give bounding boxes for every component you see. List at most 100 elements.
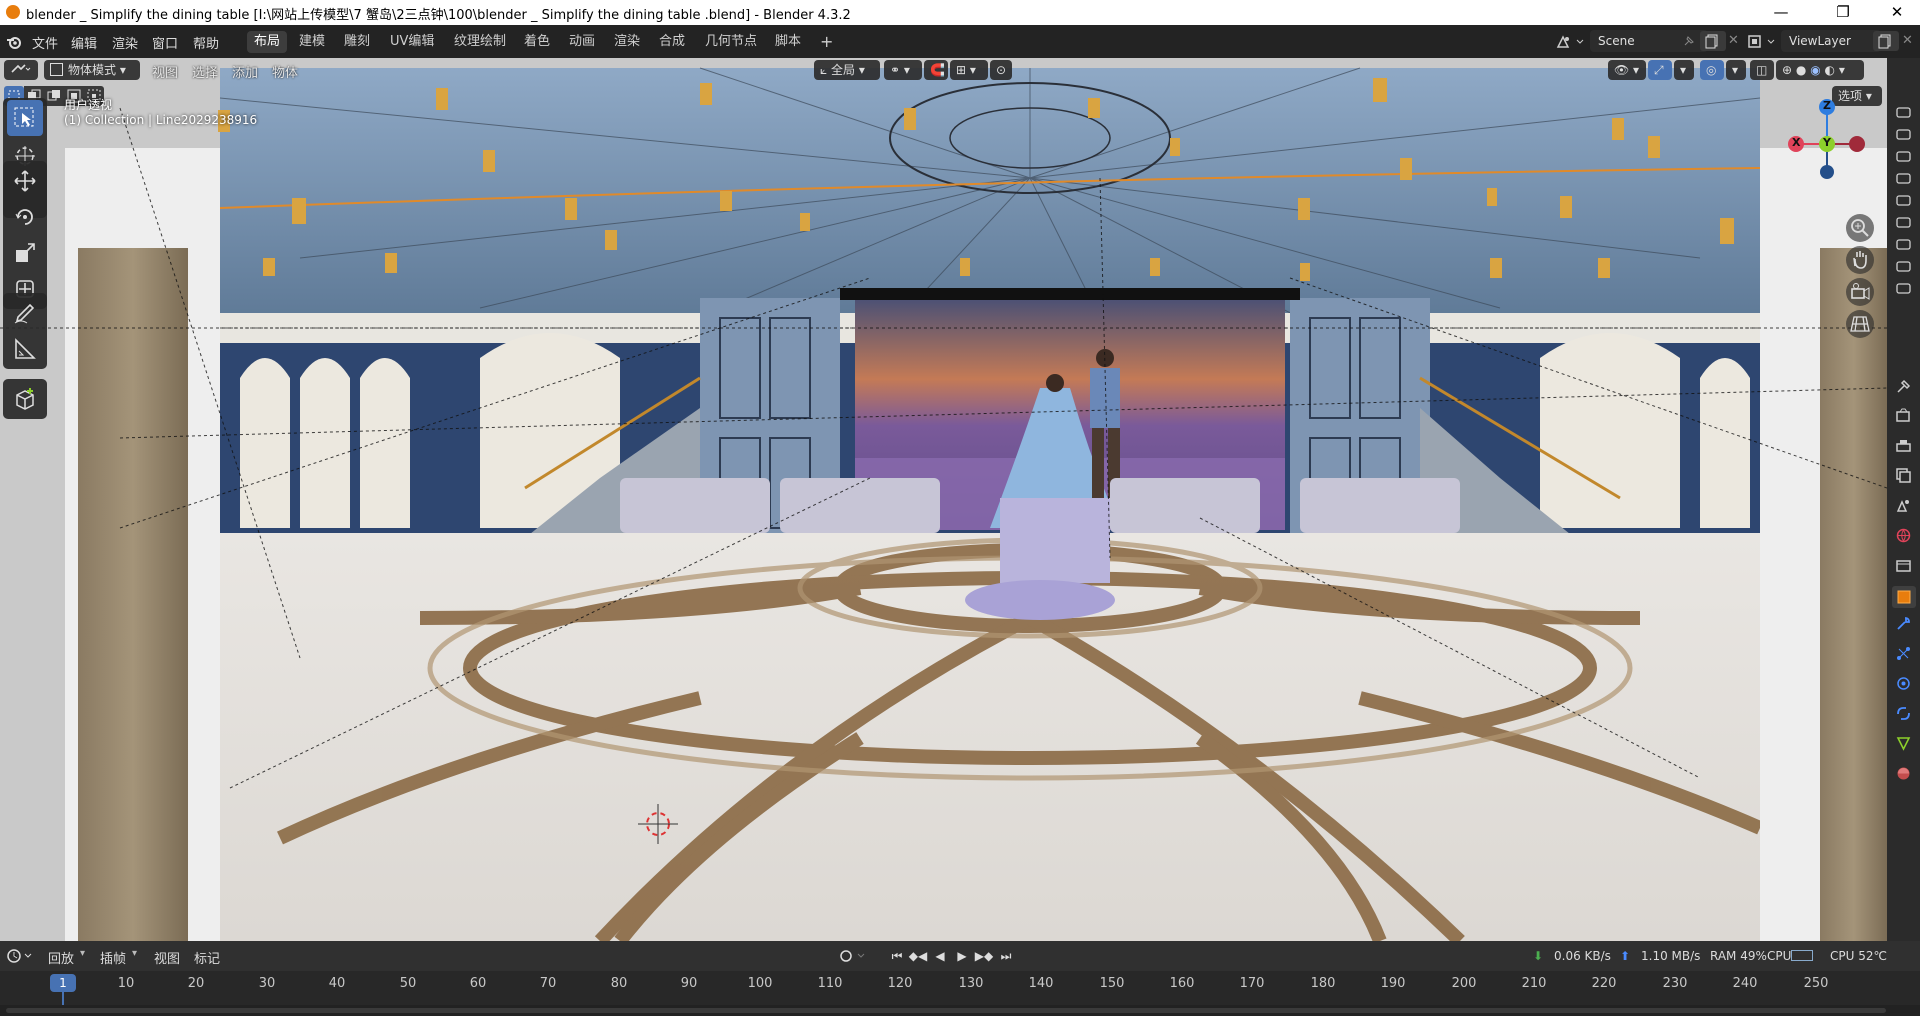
rendered-shading-icon[interactable]: ◐	[1825, 63, 1835, 77]
blender-menu-icon[interactable]	[6, 34, 22, 50]
tab-scripting[interactable]: 脚本	[768, 31, 808, 53]
viewport-menu-view[interactable]: 视图	[152, 62, 178, 81]
tab-layout[interactable]: 布局	[247, 31, 288, 53]
transform-orientation-dropdown[interactable]: ⟀ 全局 ▾	[814, 60, 880, 80]
pan-hand-icon[interactable]	[1846, 246, 1874, 274]
particles-properties-icon[interactable]	[1896, 646, 1911, 660]
tab-geometry-nodes[interactable]: 几何节点	[698, 31, 764, 53]
snap-target-dropdown[interactable]: ⊞ ▾	[950, 60, 988, 80]
view-layer-properties-icon[interactable]	[1896, 468, 1911, 483]
zoom-icon[interactable]	[1846, 214, 1874, 242]
3d-viewport[interactable]: 物体模式 ▾ 视图 选择 添加 物体 ⟀ 全局 ▾ ⚭ ▾ 🧲 ⊞ ▾ ⊙ 👁 …	[0, 58, 1887, 941]
tab-rendering[interactable]: 渲染	[607, 31, 647, 53]
add-workspace-button[interactable]: +	[813, 31, 840, 53]
gizmo-toggle-icon[interactable]: ⤢	[1648, 60, 1672, 80]
viewport-menu-select[interactable]: 选择	[192, 62, 218, 81]
tool-rotate[interactable]	[7, 199, 43, 235]
menu-edit[interactable]: 编辑	[71, 33, 97, 52]
tool-scale[interactable]	[7, 235, 43, 271]
tab-shading[interactable]: 着色	[517, 31, 557, 53]
menu-render[interactable]: 渲染	[112, 33, 138, 52]
close-button[interactable]: ✕	[1874, 0, 1920, 25]
auto-keying-toggle-icon[interactable]	[836, 947, 872, 965]
editor-type-button[interactable]	[4, 60, 38, 80]
scene-selector-icon[interactable]	[1555, 33, 1587, 51]
tab-compositing[interactable]: 合成	[652, 31, 692, 53]
tool-properties-icon[interactable]	[1896, 379, 1911, 393]
menu-file[interactable]: 文件	[32, 33, 58, 52]
modifier-properties-icon[interactable]	[1896, 616, 1911, 630]
overlay-dropdown-icon[interactable]: ▾	[1726, 60, 1746, 80]
object-properties-icon[interactable]	[1892, 586, 1916, 608]
previous-keyframe-icon[interactable]: ◆◀	[908, 947, 928, 965]
navigation-gizmo[interactable]: Z X Y	[1782, 98, 1872, 188]
tool-move[interactable]	[7, 163, 43, 199]
solid-shading-icon[interactable]: ●	[1796, 63, 1806, 77]
snap-toggle-icon[interactable]: 🧲	[924, 60, 948, 80]
timeline-menu-playback[interactable]: 回放	[48, 948, 74, 967]
maximize-button[interactable]: ❐	[1820, 0, 1866, 25]
jump-to-end-icon[interactable]: ⏭	[996, 947, 1016, 965]
new-viewlayer-icon[interactable]	[1873, 31, 1899, 51]
timeline-menu-marker[interactable]: 标记	[194, 948, 220, 967]
output-properties-icon[interactable]	[1896, 438, 1911, 452]
physics-properties-icon[interactable]	[1896, 676, 1911, 690]
delete-viewlayer-icon[interactable]: ✕	[1902, 33, 1913, 48]
transform-orientation-icon: ⟀	[820, 63, 832, 77]
tab-uv-editing[interactable]: UV编辑	[383, 31, 441, 53]
current-frame-indicator[interactable]: 1	[50, 974, 76, 992]
timeline-scrollbar[interactable]	[0, 1005, 1920, 1016]
tab-modeling[interactable]: 建模	[292, 31, 332, 53]
visibility-dropdown[interactable]: 👁 ▾	[1608, 60, 1646, 80]
viewport-menu-add[interactable]: 添加	[232, 62, 258, 81]
constraints-properties-icon[interactable]	[1896, 706, 1911, 720]
tool-measure[interactable]	[7, 331, 43, 367]
pin-icon[interactable]	[1682, 34, 1696, 52]
play-reverse-icon[interactable]: ◀	[930, 947, 950, 965]
new-scene-icon[interactable]	[1700, 31, 1726, 51]
pivot-point-dropdown[interactable]: ⚭ ▾	[884, 60, 922, 80]
menu-window[interactable]: 窗口	[152, 33, 178, 52]
material-properties-icon[interactable]	[1896, 766, 1911, 780]
camera-view-icon[interactable]	[1846, 278, 1874, 306]
collection-properties-icon[interactable]	[1896, 558, 1911, 572]
proportional-edit-icon[interactable]: ⊙	[990, 60, 1012, 80]
keying-dropdown-arrow[interactable]: ▾	[132, 948, 137, 959]
world-properties-icon[interactable]	[1896, 528, 1911, 543]
tab-animation[interactable]: 动画	[562, 31, 602, 53]
wireframe-shading-icon[interactable]: ⊕	[1782, 63, 1792, 77]
overlay-toggle-icon[interactable]: ◎	[1700, 60, 1724, 80]
tool-select-box[interactable]	[7, 100, 43, 136]
tab-sculpting[interactable]: 雕刻	[337, 31, 377, 53]
viewlayer-name-field[interactable]: ViewLayer	[1781, 30, 1881, 52]
select-subtract-icon[interactable]	[44, 86, 64, 106]
data-properties-icon[interactable]	[1896, 736, 1911, 751]
timeline-menu-keying[interactable]: 插帧	[100, 948, 126, 967]
gizmo-dropdown-icon[interactable]: ▾	[1674, 60, 1694, 80]
perspective-toggle-icon[interactable]	[1846, 310, 1874, 338]
minimize-button[interactable]: —	[1758, 0, 1804, 25]
next-keyframe-icon[interactable]: ▶◆	[974, 947, 994, 965]
timeline-area[interactable]: 10 20 30 40 50 60 70 80 90 100 110 120 1…	[0, 971, 1920, 1016]
tool-annotate[interactable]	[7, 295, 43, 331]
scene-properties-icon[interactable]	[1896, 498, 1911, 512]
material-shading-icon[interactable]: ◉	[1810, 63, 1820, 77]
viewport-menu-object[interactable]: 物体	[272, 62, 298, 81]
xray-toggle-icon[interactable]: ◫	[1750, 60, 1774, 80]
playback-dropdown-arrow[interactable]: ▾	[80, 948, 85, 959]
timeline-scrollbar-thumb[interactable]	[6, 1008, 1886, 1013]
timeline-menu-view[interactable]: 视图	[154, 948, 180, 967]
tool-add-cube[interactable]	[7, 381, 43, 417]
jump-to-start-icon[interactable]: ⏮	[887, 947, 907, 965]
shading-mode-group[interactable]: ⊕ ● ◉ ◐ ▾	[1776, 60, 1864, 80]
select-box-icon	[14, 107, 34, 127]
annotate-icon	[14, 303, 35, 324]
timeline-editor-type-icon[interactable]	[5, 947, 35, 965]
viewlayer-selector-icon[interactable]	[1746, 33, 1778, 51]
delete-scene-icon[interactable]: ✕	[1728, 33, 1739, 48]
tab-texture-paint[interactable]: 纹理绘制	[447, 31, 513, 53]
play-icon[interactable]: ▶	[952, 947, 972, 965]
render-properties-icon[interactable]	[1896, 408, 1911, 422]
mode-dropdown[interactable]: 物体模式 ▾	[44, 60, 140, 80]
menu-help[interactable]: 帮助	[193, 33, 219, 52]
